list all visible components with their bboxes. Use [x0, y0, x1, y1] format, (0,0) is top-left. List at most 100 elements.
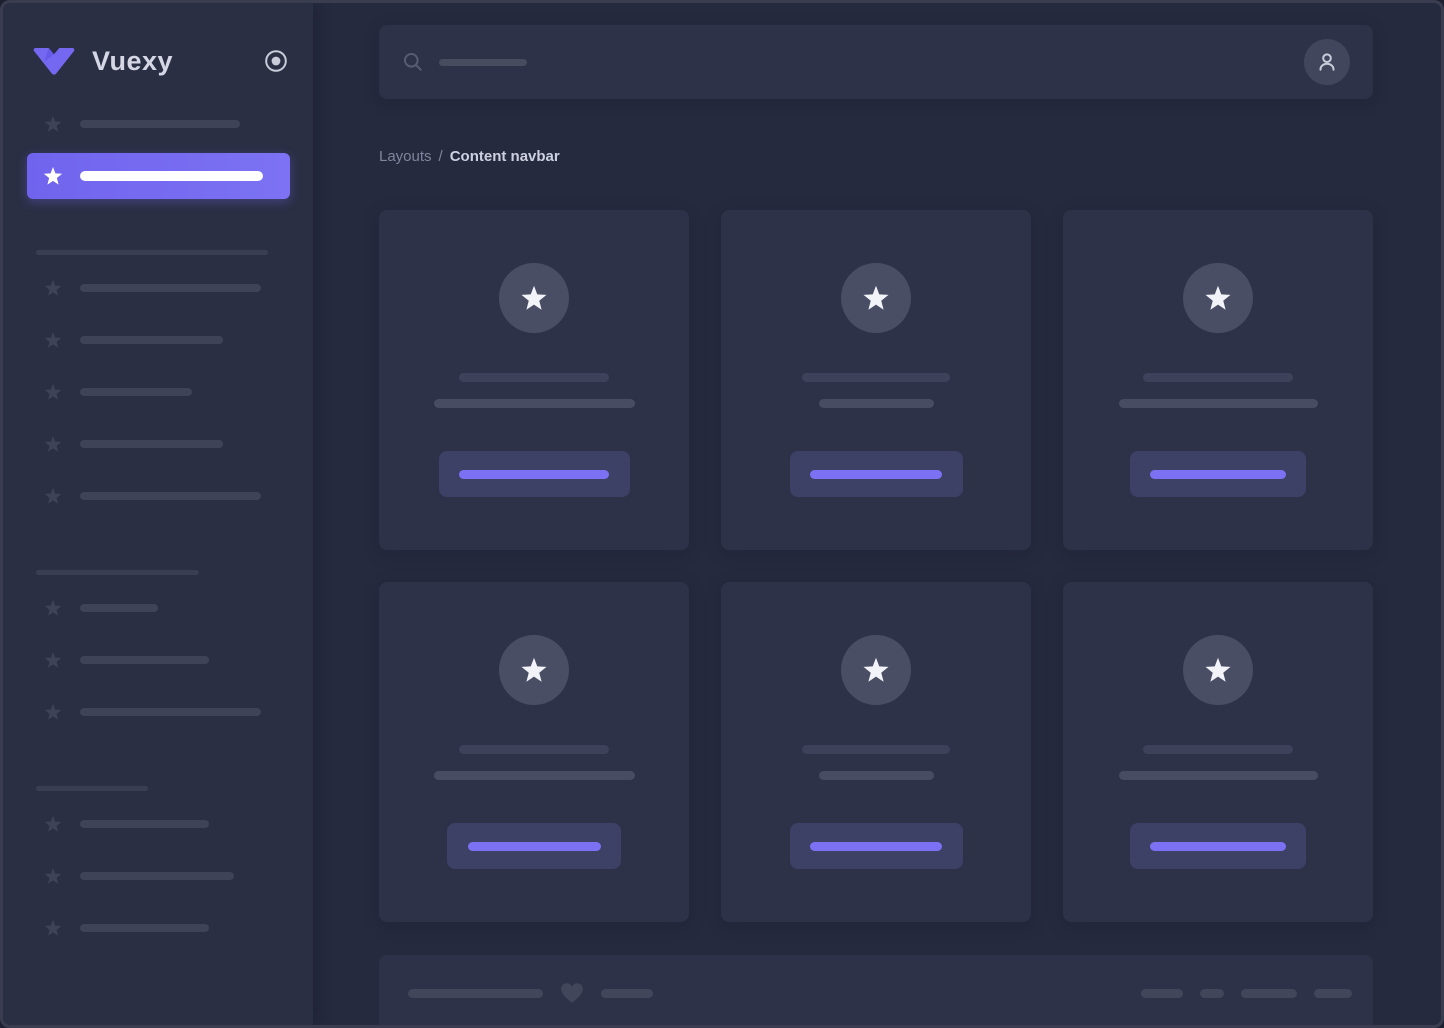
sidebar-item[interactable] [3, 366, 313, 418]
card-avatar-circle [841, 635, 911, 705]
menu-label-placeholder [80, 336, 223, 344]
sidebar: Vuexy [3, 3, 313, 1025]
sidebar-item[interactable] [3, 262, 313, 314]
sidebar-item[interactable] [3, 418, 313, 470]
card-title-placeholder [459, 373, 609, 382]
menu-label-placeholder [80, 656, 209, 664]
card [721, 210, 1031, 550]
menu-label-placeholder [80, 708, 261, 716]
search-input[interactable] [402, 51, 1304, 73]
sidebar-item[interactable] [3, 686, 313, 738]
footer-left-group [408, 981, 653, 1005]
sidebar-item-row [3, 150, 313, 202]
menu-label-placeholder [80, 604, 158, 612]
card-grid [379, 210, 1373, 922]
card-button[interactable] [1130, 451, 1306, 497]
star-icon [43, 702, 63, 722]
star-icon [43, 330, 63, 350]
breadcrumb-parent[interactable]: Layouts [379, 148, 432, 165]
footer-link-placeholder [1314, 989, 1352, 998]
card-text-placeholder [434, 771, 635, 780]
card [379, 582, 689, 922]
card-avatar-circle [1183, 635, 1253, 705]
button-label-placeholder [810, 470, 942, 479]
menu-section-placeholder [36, 250, 268, 255]
star-icon [43, 598, 63, 618]
sidebar-item[interactable] [3, 798, 313, 850]
star-icon [1203, 283, 1233, 313]
button-label-placeholder [468, 842, 601, 851]
card-button[interactable] [790, 451, 963, 497]
star-icon [43, 114, 63, 134]
star-icon [43, 382, 63, 402]
footer-link-placeholder [1141, 989, 1183, 998]
sidebar-item[interactable] [3, 314, 313, 366]
card-button[interactable] [790, 823, 963, 869]
button-label-placeholder [810, 842, 942, 851]
menu-label-placeholder [80, 284, 261, 292]
page-title: Content navbar [450, 148, 560, 165]
card-title-placeholder [1143, 373, 1293, 382]
breadcrumb: Layouts / Content navbar [379, 146, 1373, 166]
menu-label-placeholder [80, 492, 261, 500]
sidebar-item[interactable] [3, 98, 313, 150]
main-content: Layouts / Content navbar [313, 3, 1441, 1025]
star-icon [43, 866, 63, 886]
card [1063, 582, 1373, 922]
menu-label-placeholder [80, 872, 234, 880]
menu-label-placeholder [80, 440, 223, 448]
card-avatar-circle [841, 263, 911, 333]
heart-icon [559, 981, 585, 1005]
card-title-placeholder [802, 745, 950, 754]
person-icon [1315, 50, 1339, 74]
footer-links-group [1141, 989, 1352, 998]
star-icon [43, 814, 63, 834]
search-placeholder-bar [439, 59, 527, 66]
sidebar-item[interactable] [3, 902, 313, 954]
card [1063, 210, 1373, 550]
card-avatar-circle [499, 635, 569, 705]
card-button[interactable] [1130, 823, 1306, 869]
card-button[interactable] [439, 451, 630, 497]
card-text-placeholder [1119, 399, 1318, 408]
footer-text-placeholder [408, 989, 543, 998]
card-text-placeholder [819, 771, 934, 780]
logo-row: Vuexy [3, 33, 313, 89]
user-avatar-button[interactable] [1304, 39, 1350, 85]
footer-row [408, 984, 1352, 1002]
sidebar-item-active[interactable] [27, 153, 290, 199]
star-icon [519, 655, 549, 685]
card-avatar-circle [499, 263, 569, 333]
footer-card [379, 955, 1373, 1028]
card-title-placeholder [1143, 745, 1293, 754]
menu-label-placeholder [80, 820, 209, 828]
card [721, 582, 1031, 922]
star-icon [861, 655, 891, 685]
star-icon [43, 434, 63, 454]
sidebar-menu [3, 98, 313, 954]
menu-section-placeholder [36, 570, 199, 575]
card-title-placeholder [459, 745, 609, 754]
card-title-placeholder [802, 373, 950, 382]
menu-label-placeholder [80, 388, 192, 396]
card-text-placeholder [1119, 771, 1318, 780]
button-label-placeholder [1150, 842, 1286, 851]
footer-link-placeholder [1241, 989, 1297, 998]
breadcrumb-separator: / [439, 148, 443, 165]
button-label-placeholder [1150, 470, 1286, 479]
menu-section-placeholder [36, 786, 148, 791]
footer-link-placeholder [1200, 989, 1224, 998]
menu-pin-radio-icon[interactable] [263, 48, 289, 74]
sidebar-item[interactable] [3, 582, 313, 634]
card-button[interactable] [447, 823, 621, 869]
star-icon [1203, 655, 1233, 685]
search-icon [402, 51, 424, 73]
menu-label-placeholder [80, 120, 240, 128]
vuexy-v-logo-icon [31, 45, 77, 77]
sidebar-item[interactable] [3, 470, 313, 522]
star-icon [42, 165, 64, 187]
sidebar-item[interactable] [3, 634, 313, 686]
sidebar-item[interactable] [3, 850, 313, 902]
star-icon [43, 918, 63, 938]
star-icon [43, 650, 63, 670]
